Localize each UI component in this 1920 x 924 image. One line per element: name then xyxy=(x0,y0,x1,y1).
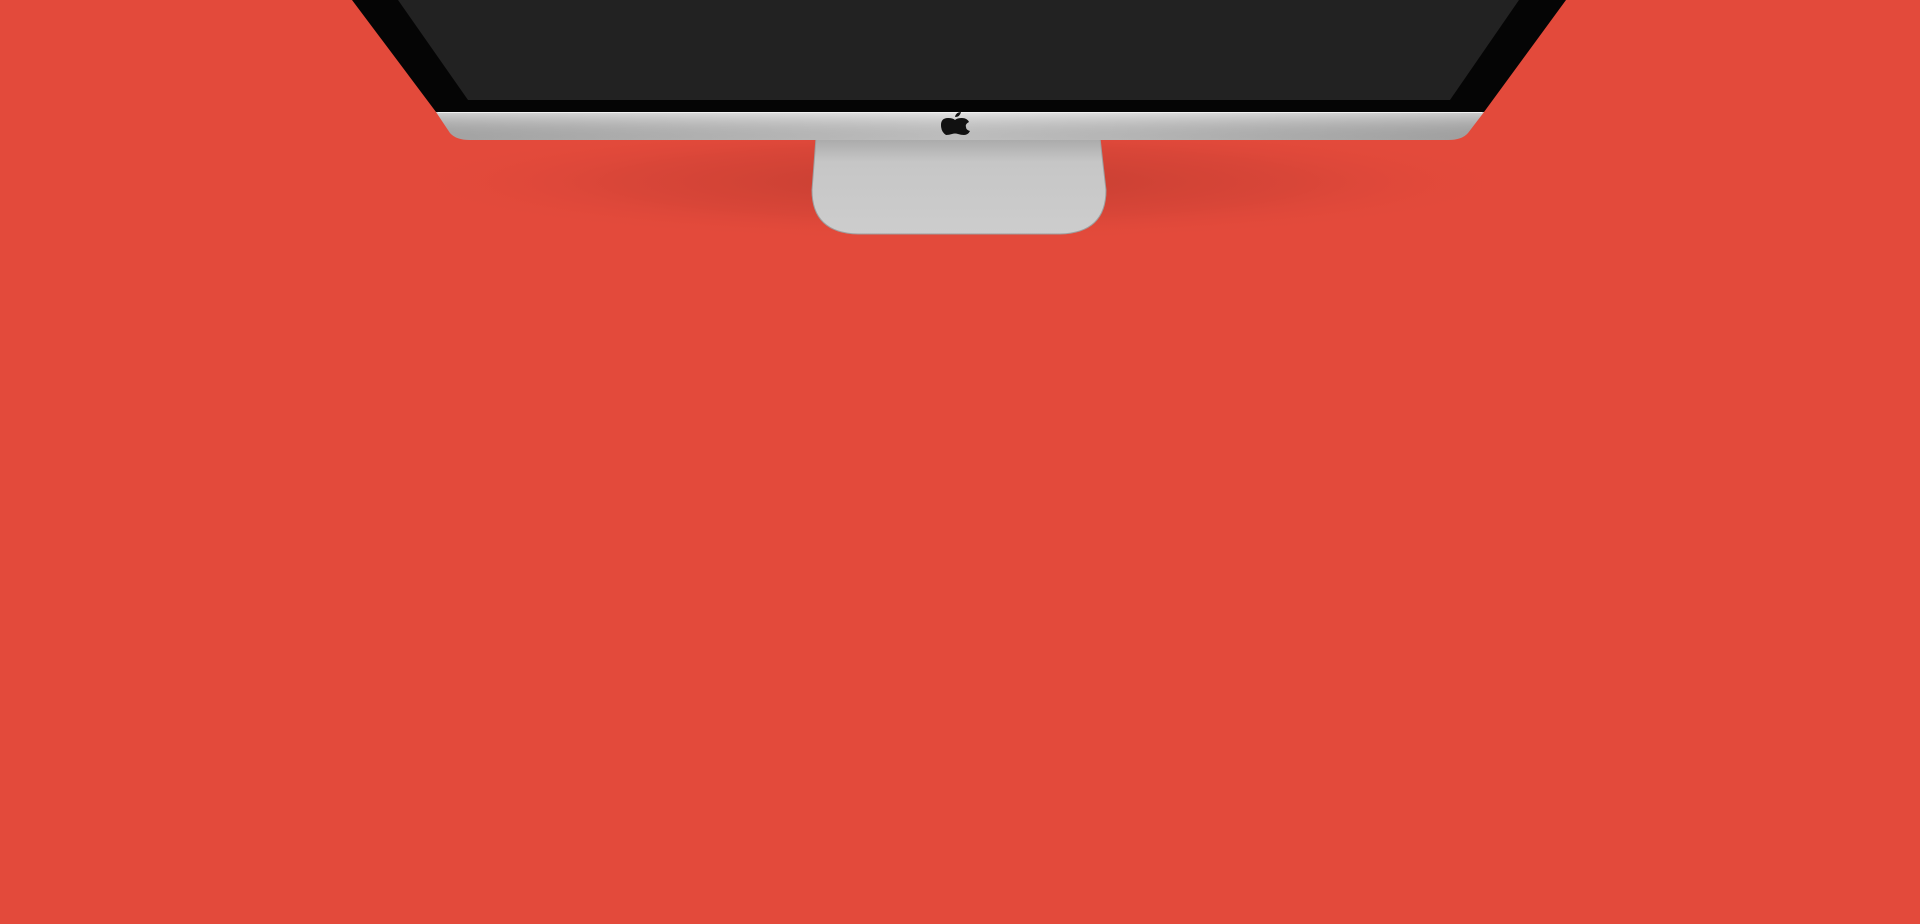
background xyxy=(0,0,1920,924)
monitor-stand xyxy=(811,137,1107,235)
monitor-screen xyxy=(398,0,1519,100)
imac-mockup xyxy=(352,0,1566,242)
